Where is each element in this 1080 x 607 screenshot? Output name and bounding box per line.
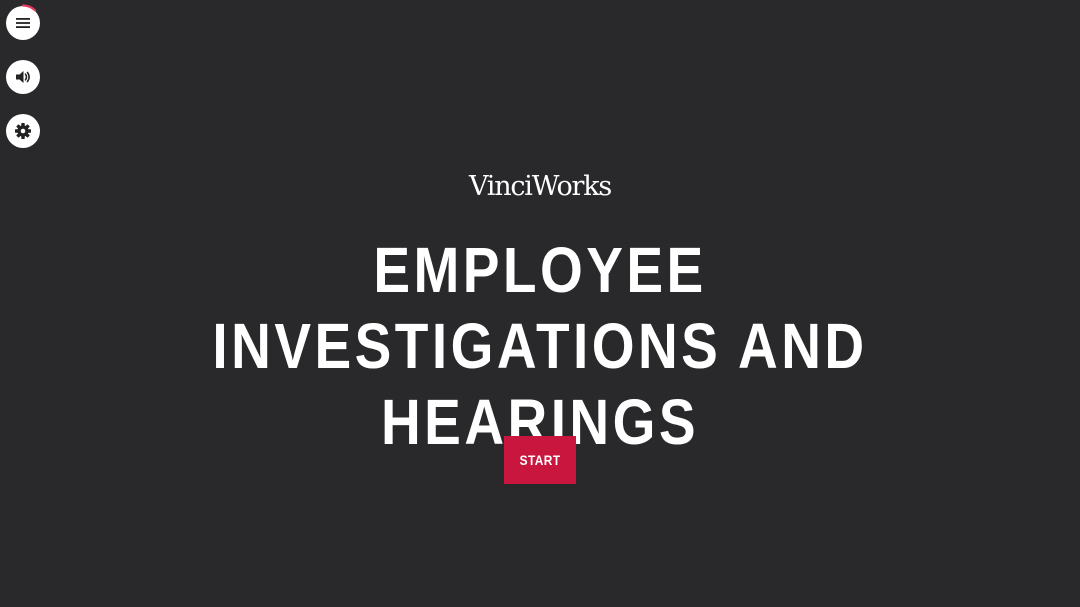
audio-button[interactable] — [6, 60, 40, 94]
course-title: EMPLOYEE INVESTIGATIONS AND HEARINGS — [212, 234, 868, 458]
vinciworks-logo: VinciWorks — [468, 171, 612, 202]
menu-button[interactable] — [4, 4, 42, 42]
gear-icon — [15, 123, 31, 139]
hamburger-icon — [16, 18, 30, 28]
settings-button[interactable] — [6, 114, 40, 148]
start-button[interactable]: START — [504, 436, 576, 484]
start-button-label: START — [519, 452, 561, 468]
speaker-icon — [16, 71, 30, 83]
